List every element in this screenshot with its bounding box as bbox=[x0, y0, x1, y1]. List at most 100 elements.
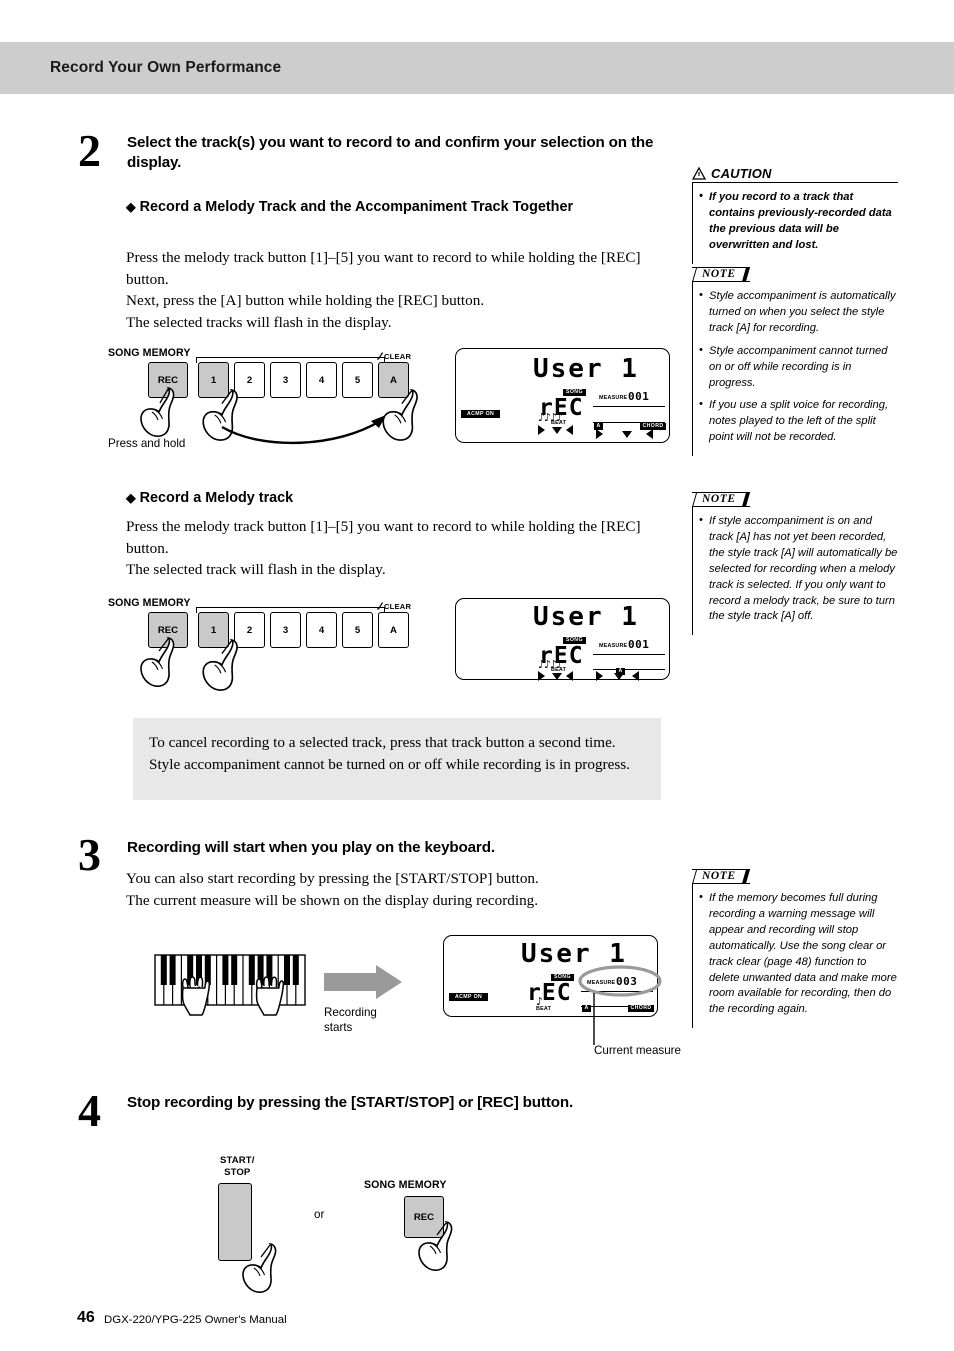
measure-label-1: MEASURE bbox=[599, 395, 628, 401]
beat-tri-right-1 bbox=[566, 425, 573, 435]
footer-page-number: 46 bbox=[77, 1309, 95, 1326]
chord-indicator-1: CHORD bbox=[640, 423, 667, 431]
note-tag-3: NOTE bbox=[692, 869, 750, 884]
song-memory-panel-diagram-2: SONG MEMORY CLEAR REC 1 2 3 4 5 A bbox=[108, 595, 438, 691]
note-body-1: Style accompaniment is automatically tur… bbox=[692, 282, 898, 457]
diamond-bullet-icon: ◆ bbox=[126, 200, 136, 214]
step-number-3: 3 bbox=[78, 829, 101, 880]
lcd-title-2: User 1 bbox=[533, 602, 639, 632]
track-button-3[interactable]: 3 bbox=[270, 362, 301, 398]
lcd-display-1: User 1 SONG rEC ACMP ON MEASURE 001 A CH… bbox=[455, 348, 670, 443]
song-memory-label-2: SONG MEMORY bbox=[108, 597, 191, 609]
step-2-heading: Select the track(s) you want to record t… bbox=[127, 134, 654, 172]
lcd-divider-1a bbox=[593, 406, 665, 408]
chord-indicator-3: CHORD bbox=[628, 1005, 655, 1013]
or-label: or bbox=[314, 1208, 325, 1221]
beat-tri-down-1 bbox=[552, 427, 562, 434]
callout-leader-line bbox=[593, 993, 595, 1045]
track-button-5[interactable]: 5 bbox=[342, 362, 373, 398]
note-body-3: If the memory becomes full during record… bbox=[692, 884, 898, 1029]
caution-body: If you record to a track that contains p… bbox=[692, 183, 898, 264]
step-3-heading: Recording will start when you play on th… bbox=[127, 839, 495, 856]
measure-label-2: MEASURE bbox=[599, 643, 628, 649]
recording-starts-caption: Recording starts bbox=[324, 1006, 377, 1035]
note-body-2: If style accompaniment is on and track [… bbox=[692, 507, 898, 636]
sub-heading-record-melody: ◆ Record a Melody track bbox=[126, 490, 294, 506]
step-number-2: 2 bbox=[78, 125, 101, 176]
track-button-4[interactable]: 4 bbox=[306, 362, 337, 398]
caution-item: If you record to a track that contains p… bbox=[697, 189, 898, 254]
step-2b-body: Press the melody track button [1]–[5] yo… bbox=[126, 518, 641, 579]
measure-highlight-ellipse-icon bbox=[578, 965, 662, 997]
press-and-hold-caption: Press and hold bbox=[108, 437, 186, 450]
clear-label: CLEAR bbox=[376, 352, 411, 361]
clear-label-2: CLEAR bbox=[376, 602, 411, 611]
start-stop-label: START/ STOP bbox=[220, 1155, 255, 1178]
diamond-bullet-icon-2: ◆ bbox=[126, 491, 136, 505]
note-tag-2: NOTE bbox=[692, 492, 750, 507]
hand-pointer-icon-rec bbox=[140, 386, 175, 437]
hand-pointer-icon-start-stop bbox=[242, 1242, 277, 1293]
track-button-4-d2[interactable]: 4 bbox=[306, 612, 337, 648]
hand-pointer-icon-track1-2 bbox=[202, 638, 238, 691]
side-note-1: NOTE Style accompaniment is automaticall… bbox=[692, 264, 898, 457]
page-running-header: Record Your Own Performance bbox=[50, 59, 282, 76]
track-button-5-d2[interactable]: 5 bbox=[342, 612, 373, 648]
track-button-3-d2[interactable]: 3 bbox=[270, 612, 301, 648]
stop-recording-diagram: START/ STOP or SONG MEMORY REC bbox=[212, 1155, 512, 1295]
lcd-display-2: User 1 SONG rEC MEASURE 001 A ♪♪♪♪ BEAT bbox=[455, 598, 670, 681]
beat-label-3: BEAT bbox=[536, 1006, 552, 1012]
acmp-on-badge-3: ACMP ON bbox=[449, 993, 489, 1002]
a-indicator-3: A bbox=[582, 1005, 592, 1013]
chord-tri-left-1 bbox=[596, 429, 603, 439]
beat-tri-right-2 bbox=[566, 671, 573, 681]
clear-hold-icon-2 bbox=[376, 602, 384, 610]
footer-manual-title: DGX-220/YPG-225 Owner's Manual bbox=[104, 1314, 287, 1326]
lcd-rec-3: rEC bbox=[527, 980, 572, 1006]
acmp-on-badge-1: ACMP ON bbox=[461, 410, 501, 419]
recording-starts-arrow-icon bbox=[324, 965, 402, 999]
lcd-divider-2a bbox=[593, 654, 665, 656]
track-button-a-d2[interactable]: A bbox=[378, 612, 409, 648]
sub-heading-record-melody-and-accomp: ◆ Record a Melody Track and the Accompani… bbox=[126, 199, 574, 215]
note-item: Style accompaniment cannot turned on or … bbox=[697, 343, 898, 392]
chord-tri-down-1 bbox=[622, 431, 632, 438]
left-hand-icon bbox=[181, 976, 211, 1016]
song-memory-label: SONG MEMORY bbox=[108, 347, 191, 359]
song-memory-label-3: SONG MEMORY bbox=[364, 1179, 447, 1191]
manual-page: Record Your Own Performance 2 Select the… bbox=[0, 0, 954, 1351]
measure-value-2: 001 bbox=[628, 638, 650, 651]
warning-triangle-icon bbox=[691, 166, 707, 180]
right-hand-icon bbox=[255, 976, 285, 1016]
beat-tri-left-2 bbox=[538, 671, 545, 681]
step-3-body: You can also start recording by pressing… bbox=[126, 870, 539, 909]
note-item: If you use a split voice for recording, … bbox=[697, 397, 898, 446]
beat-tri-down-2 bbox=[552, 673, 562, 680]
step-2a-body: Press the melody track button [1]–[5] yo… bbox=[126, 249, 641, 331]
note-item: If the memory becomes full during record… bbox=[697, 890, 898, 1018]
chord-tri-right-1 bbox=[646, 429, 653, 439]
clear-hold-icon bbox=[376, 352, 384, 360]
measure-value-1: 001 bbox=[628, 390, 650, 403]
side-note-caution: CAUTION If you record to a track that co… bbox=[691, 166, 898, 264]
chord-tri-down-2 bbox=[614, 673, 624, 680]
lcd-title-1: User 1 bbox=[533, 354, 639, 384]
keyboard-diagram bbox=[154, 954, 306, 1016]
side-note-2: NOTE If style accompaniment is on and tr… bbox=[692, 489, 898, 636]
side-note-3: NOTE If the memory becomes full during r… bbox=[692, 866, 898, 1029]
note-item: Style accompaniment is automatically tur… bbox=[697, 288, 898, 337]
beat-label-1: BEAT bbox=[551, 420, 567, 426]
lcd-divider-2b bbox=[593, 669, 665, 671]
song-memory-panel-diagram-1: SONG MEMORY CLEAR REC 1 2 3 4 5 A Press … bbox=[108, 345, 438, 455]
beat-tri-left-1 bbox=[538, 425, 545, 435]
caution-tag: CAUTION bbox=[691, 166, 898, 183]
cancel-recording-tip-box: To cancel recording to a selected track,… bbox=[133, 718, 661, 800]
chord-tri-left-2 bbox=[596, 671, 603, 681]
chord-tri-right-2 bbox=[632, 671, 639, 681]
curved-arrow-icon bbox=[221, 415, 386, 445]
note-item: If style accompaniment is on and track [… bbox=[697, 513, 898, 625]
hand-pointer-icon-rec-2 bbox=[140, 636, 175, 687]
hand-pointer-icon-rec-3 bbox=[418, 1220, 453, 1271]
step-number-4: 4 bbox=[78, 1085, 101, 1136]
current-measure-callout: Current measure bbox=[594, 1044, 681, 1057]
